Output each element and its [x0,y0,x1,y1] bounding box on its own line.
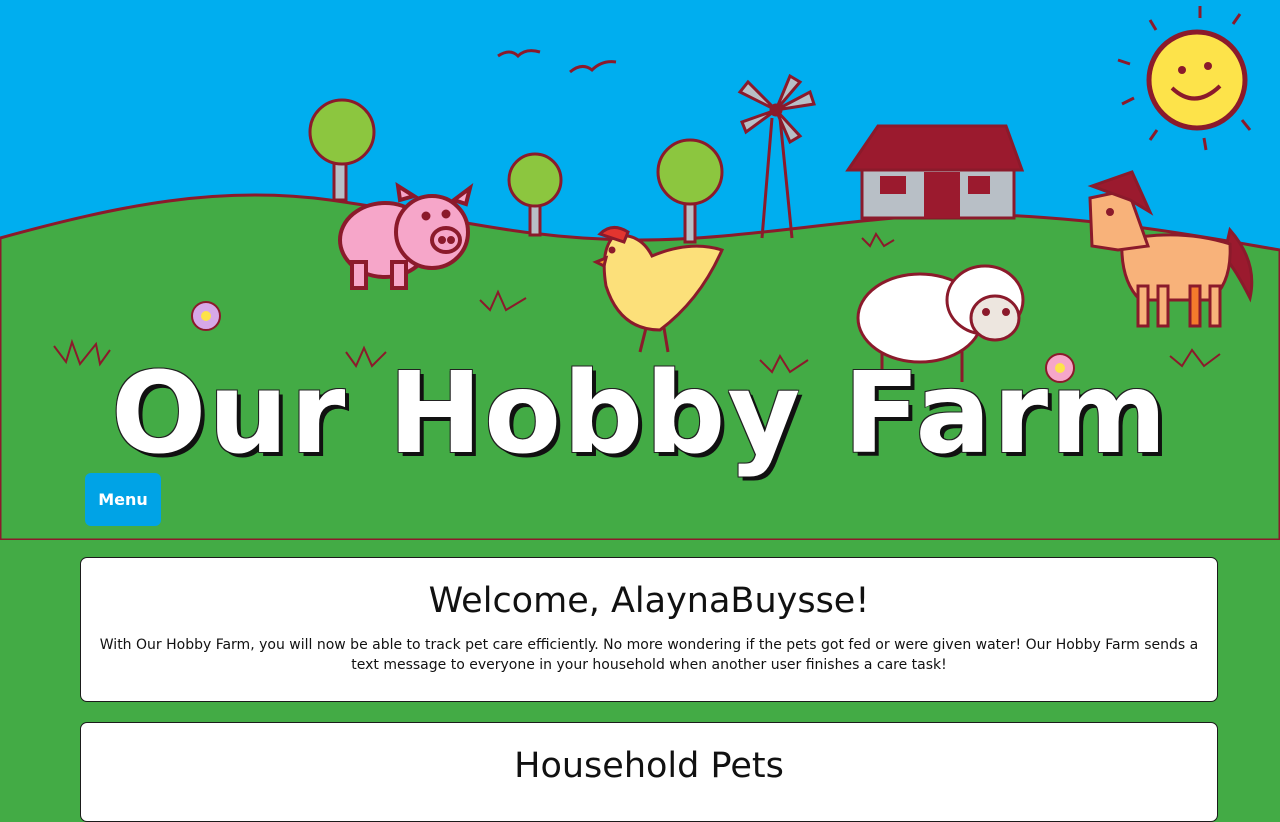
welcome-heading: Welcome, AlaynaBuysse! [428,581,870,621]
farm-banner: Our Hobby Farm [0,0,1280,540]
household-pets-heading: Household Pets [514,746,784,786]
welcome-description: With Our Hobby Farm, you will now be abl… [99,636,1199,673]
welcome-card: Welcome, AlaynaBuysse! With Our Hobby Fa… [80,557,1218,702]
household-pets-card: Household Pets [80,722,1218,822]
flower-icon [191,301,221,331]
site-title: Our Hobby Farm [111,349,1169,479]
menu-button[interactable]: Menu [85,473,161,526]
barn-icon [845,124,1025,220]
